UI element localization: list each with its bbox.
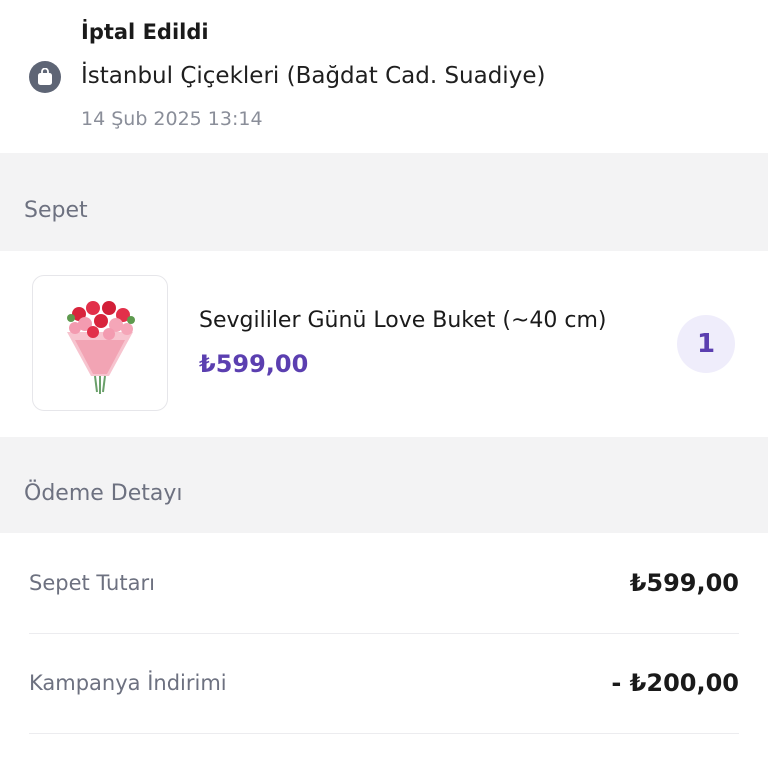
product-name[interactable]: Sevgililer Günü Love Buket (~40 cm) (199, 308, 607, 333)
payment-row-label: Sepet Tutarı (29, 571, 155, 595)
cart-section-title: Sepet (24, 198, 88, 223)
payment-row-label: Kampanya İndirimi (29, 671, 227, 695)
product-price: ₺599,00 (199, 350, 309, 378)
payment-row-value: ₺599,00 (629, 569, 739, 597)
cart-item[interactable]: Sevgililer Günü Love Buket (~40 cm) ₺599… (0, 251, 768, 437)
order-header: İptal Edildi İstanbul Çiçekleri (Bağdat … (0, 0, 768, 153)
payment-section-title: Ödeme Detayı (24, 481, 183, 506)
payment-row-subtotal: Sepet Tutarı ₺599,00 (29, 533, 739, 634)
order-status: İptal Edildi (81, 20, 209, 44)
order-date: 14 Şub 2025 13:14 (81, 108, 263, 130)
payment-details: Sepet Tutarı ₺599,00 Kampanya İndirimi -… (0, 533, 768, 768)
payment-section-header: Ödeme Detayı (0, 437, 768, 533)
payment-row-value: - ₺200,00 (611, 669, 739, 697)
shopping-bag-icon (29, 61, 61, 93)
store-name[interactable]: İstanbul Çiçekleri (Bağdat Cad. Suadiye) (81, 63, 545, 89)
payment-row-discount: Kampanya İndirimi - ₺200,00 (29, 633, 739, 734)
cart-section-header: Sepet (0, 153, 768, 251)
quantity-badge: 1 (677, 315, 735, 373)
flower-bouquet-image[interactable] (32, 275, 168, 411)
